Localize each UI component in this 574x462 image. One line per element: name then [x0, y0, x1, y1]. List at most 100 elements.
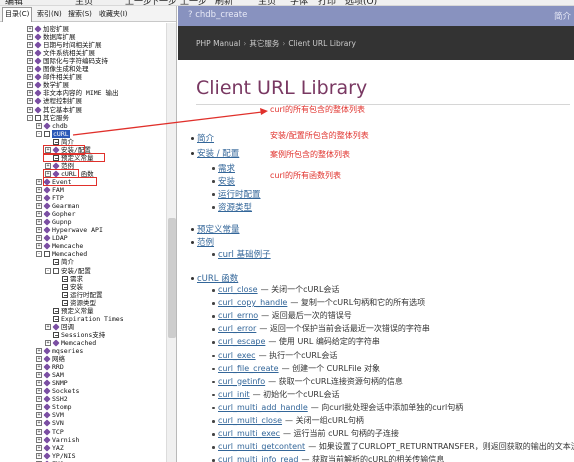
expand-icon[interactable]: +	[27, 90, 33, 97]
expand-icon[interactable]: +	[45, 323, 51, 330]
toc-link-install[interactable]: 安装 / 配置	[197, 147, 239, 159]
tree-item[interactable]: + SAM	[36, 371, 64, 379]
toc-link-examples[interactable]: 范例	[197, 236, 214, 248]
expand-icon[interactable]: +	[45, 162, 51, 169]
tree-item[interactable]: + SVN	[36, 419, 64, 427]
tree-item[interactable]: Expiration Times	[45, 315, 124, 323]
toc-sublink[interactable]: 需求	[218, 162, 235, 174]
expand-icon[interactable]: +	[27, 82, 33, 89]
tree-item[interactable]: + Memcached	[45, 339, 96, 347]
expand-icon[interactable]: +	[36, 380, 42, 387]
tree-item[interactable]: + 进程控制扩展	[27, 97, 82, 105]
expand-icon[interactable]: +	[27, 74, 33, 81]
expand-icon[interactable]: +	[36, 396, 42, 403]
function-link[interactable]: curl_multi_add_handle	[218, 403, 308, 412]
expand-icon[interactable]: +	[36, 195, 42, 202]
function-link[interactable]: curl_multi_getcontent	[218, 442, 305, 451]
function-link[interactable]: curl_multi_info_read	[218, 455, 298, 462]
tree-item[interactable]: 资源类型	[54, 299, 96, 307]
tab-favorites[interactable]: 收藏夹(I)	[97, 8, 130, 20]
toc-sublink[interactable]: 安装	[218, 175, 235, 187]
collapse-icon[interactable]: -	[45, 267, 51, 274]
function-link[interactable]: curl_file_create	[218, 364, 279, 373]
expand-icon[interactable]: +	[36, 219, 42, 226]
function-link[interactable]: curl_multi_exec	[218, 429, 280, 438]
tree-item[interactable]: Sessions支持	[45, 331, 105, 339]
expand-icon[interactable]: +	[36, 227, 42, 234]
expand-icon[interactable]: +	[36, 211, 42, 218]
function-link[interactable]: curl_errno	[218, 311, 258, 320]
expand-icon[interactable]: +	[36, 444, 42, 451]
tree-item[interactable]: + RRD	[36, 363, 64, 371]
expand-icon[interactable]: +	[36, 243, 42, 250]
tree-item[interactable]: + YAZ	[36, 444, 64, 452]
expand-icon[interactable]: +	[36, 122, 42, 129]
function-link[interactable]: curl_exec	[218, 351, 256, 360]
tree-item[interactable]: + chdb	[36, 122, 68, 130]
expand-icon[interactable]: +	[36, 420, 42, 427]
tree-item[interactable]: 简介	[45, 258, 74, 266]
function-link[interactable]: curl_escape	[218, 337, 265, 346]
tree-item[interactable]: + LDAP	[36, 234, 68, 242]
expand-icon[interactable]: +	[27, 106, 33, 113]
tree-item[interactable]: + SNMP	[36, 379, 68, 387]
tab-index[interactable]: 索引(N)	[35, 8, 64, 20]
tree-item[interactable]: - cURL	[36, 129, 70, 138]
expand-icon[interactable]: +	[36, 348, 42, 354]
expand-icon[interactable]: +	[36, 372, 42, 379]
tree-item[interactable]: + Gopher	[36, 210, 75, 218]
tree-item[interactable]: 需求	[54, 275, 83, 283]
header-next-link[interactable]: 简介	[554, 10, 571, 22]
tree-item[interactable]: + SVM	[36, 411, 64, 419]
expand-icon[interactable]: +	[36, 178, 42, 185]
expand-icon[interactable]: +	[36, 203, 42, 210]
expand-icon[interactable]: +	[36, 452, 42, 459]
tree-item[interactable]: + SSH2	[36, 395, 68, 403]
collapse-icon[interactable]: -	[27, 114, 33, 121]
breadcrumb-item[interactable]: PHP Manual	[196, 39, 240, 48]
toc-sublink[interactable]: 运行时配置	[218, 188, 261, 200]
toc-sublink[interactable]: 资源类型	[218, 201, 252, 213]
scrollbar-thumb[interactable]	[168, 218, 176, 338]
tree-item[interactable]: + Gupnp	[36, 218, 72, 226]
tree-item[interactable]: + 文件系统相关扩展	[27, 49, 95, 57]
tree-item[interactable]: + 其它基本扩展	[27, 106, 82, 114]
collapse-icon[interactable]: -	[36, 130, 42, 137]
tree-item[interactable]: + FTP	[36, 194, 64, 202]
tree-item[interactable]: + 回调	[45, 323, 74, 331]
tree-item[interactable]: + Varnish	[36, 436, 79, 444]
expand-icon[interactable]: +	[27, 98, 33, 105]
tree-item[interactable]: 安装	[54, 283, 83, 291]
expand-icon[interactable]: +	[27, 58, 33, 65]
expand-icon[interactable]: +	[36, 364, 42, 371]
toc-link-functions[interactable]: cURL 函数	[197, 272, 238, 284]
tree-item[interactable]: + mqseries	[36, 347, 83, 355]
tree-item[interactable]: + 加密扩展	[27, 25, 69, 33]
tab-contents[interactable]: 目录(C)	[2, 7, 33, 22]
collapse-icon[interactable]: -	[36, 251, 42, 258]
expand-icon[interactable]: +	[36, 428, 42, 435]
tree-item[interactable]: + Sockets	[36, 387, 79, 395]
tree-item[interactable]: + TCP	[36, 428, 64, 436]
tree-item[interactable]: + Stomp	[36, 403, 72, 411]
tree-item[interactable]: + Hyperwave API	[36, 226, 103, 234]
tree-item[interactable]: + FAM	[36, 186, 64, 194]
tree-item[interactable]: 预定义常量	[45, 307, 94, 315]
tree-item[interactable]: 运行时配置	[54, 291, 103, 299]
function-link[interactable]: curl_error	[218, 324, 256, 333]
expand-icon[interactable]: +	[27, 42, 33, 49]
function-link[interactable]: curl_multi_close	[218, 416, 282, 425]
tree-item[interactable]: + YP/NIS	[36, 452, 75, 460]
function-link[interactable]: curl_init	[218, 390, 250, 399]
expand-icon[interactable]: +	[27, 26, 33, 32]
breadcrumb-item[interactable]: 其它服务	[249, 39, 279, 48]
expand-icon[interactable]: +	[27, 50, 33, 57]
expand-icon[interactable]: +	[36, 235, 42, 242]
function-link[interactable]: curl_close	[218, 285, 258, 294]
tab-search[interactable]: 搜索(S)	[66, 8, 94, 20]
tree-item[interactable]: + Memcache	[36, 242, 83, 250]
expand-icon[interactable]: +	[45, 339, 51, 346]
tree-item[interactable]: + 国际化与字符编码支持	[27, 57, 108, 65]
toc-sublink[interactable]: curl 基础例子	[218, 248, 271, 260]
tree-item[interactable]: - 安装/配置	[45, 267, 91, 275]
